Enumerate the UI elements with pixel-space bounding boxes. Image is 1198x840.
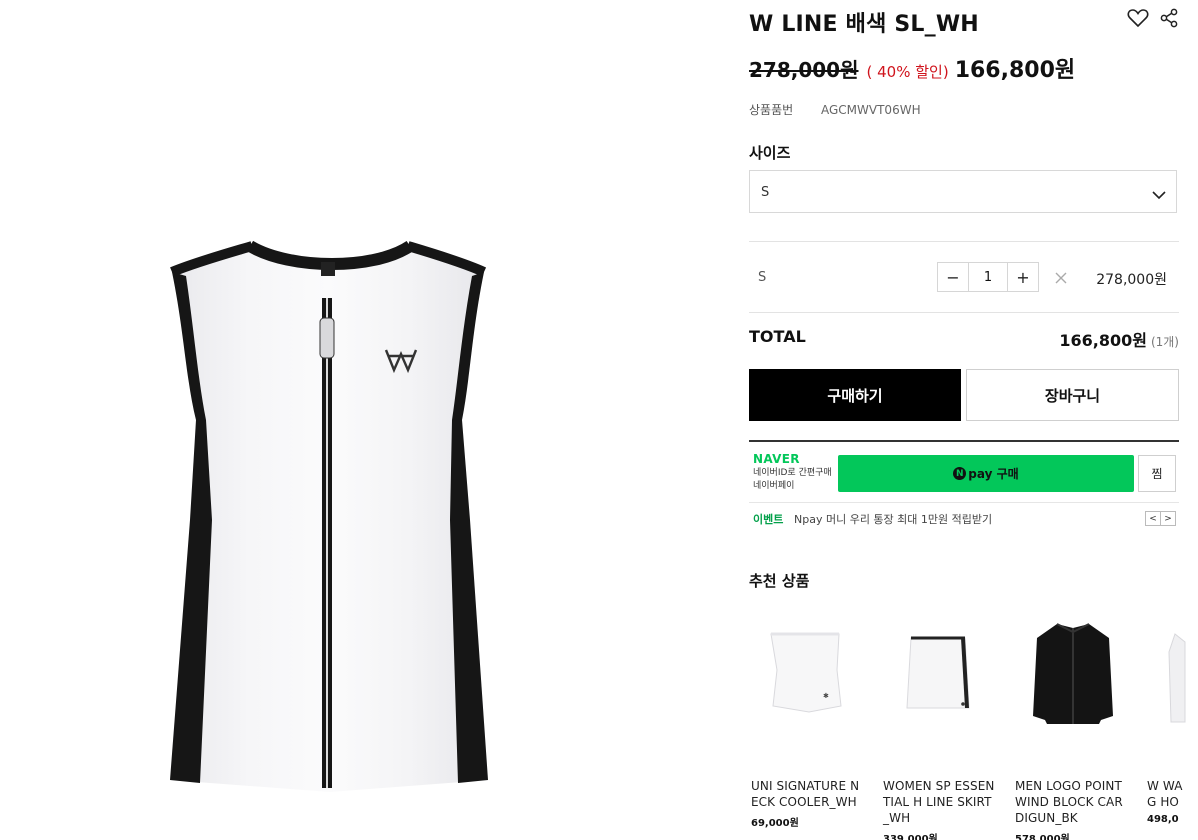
original-price: 278,000원	[749, 58, 859, 82]
size-selected-value: S	[761, 185, 770, 200]
total-price: 166,800원	[1059, 331, 1147, 350]
total-price-wrap: 166,800원 (1개)	[1059, 327, 1179, 351]
add-to-cart-button[interactable]: 장바구니	[966, 369, 1179, 421]
naver-logo: NAVER	[753, 452, 800, 466]
event-prev-button[interactable]: <	[1145, 511, 1161, 526]
product-title: W LINE 배색 SL_WH	[749, 12, 979, 37]
neck-cooler-thumb: ✱	[749, 612, 867, 742]
naver-desc: 네이버ID로 간편구매 네이버페이	[753, 467, 832, 493]
divider	[749, 241, 1179, 242]
total-label: TOTAL	[749, 327, 806, 346]
sale-price: 166,800원	[954, 58, 1076, 83]
recommend-name-line: G HO	[1147, 795, 1179, 809]
npay-buy-button[interactable]: N pay 구매	[838, 455, 1134, 492]
size-select[interactable]: S	[749, 170, 1177, 213]
sleeveless-zip-vest-image	[170, 240, 488, 792]
event-tag: 이벤트	[753, 513, 784, 526]
recommend-name-line: ECK COOLER_WH	[751, 795, 857, 809]
recommend-item-name: WOMEN SP ESSEN TIAL H LINE SKIRT _WH	[883, 778, 1001, 826]
recommend-item-price: 498,0	[1147, 814, 1179, 825]
size-label: 사이즈	[749, 144, 791, 162]
price-row: 278,000원 ( 40% 할인) 166,800원	[749, 52, 1075, 84]
naver-desc-line1: 네이버ID로 간편구매	[753, 468, 832, 478]
recommend-name-line: WIND BLOCK CAR	[1015, 795, 1123, 809]
buy-button[interactable]: 구매하기	[749, 369, 961, 421]
recommend-item-price: 578,000원	[1015, 834, 1070, 840]
recommend-item[interactable]: MEN LOGO POINT WIND BLOCK CAR DIGUN_BK 5…	[1013, 612, 1131, 840]
recommend-item[interactable]: W WA G HO 498,0	[1145, 612, 1198, 825]
recommend-name-line: MEN LOGO POINT	[1015, 779, 1122, 793]
quantity-stepper: − 1 +	[937, 262, 1039, 292]
title-actions	[1127, 8, 1179, 28]
selected-option-row: S − 1 + 278,000원	[749, 262, 1179, 294]
event-nav: < >	[1145, 511, 1176, 526]
heart-icon[interactable]	[1127, 8, 1149, 28]
zzim-button[interactable]: 찜	[1138, 455, 1176, 492]
skirt-thumb	[881, 612, 999, 742]
recommend-list: ✱ UNI SIGNATURE N ECK COOLER_WH 69,000원 …	[749, 612, 1198, 840]
quantity-plus-button[interactable]: +	[1008, 263, 1038, 291]
recommend-item-price: 69,000원	[751, 818, 799, 829]
recommend-item[interactable]: WOMEN SP ESSEN TIAL H LINE SKIRT _WH 339…	[881, 612, 999, 840]
recommend-item-price: 339,000원	[883, 834, 938, 840]
product-code-label: 상품품번	[749, 103, 794, 117]
naver-event-row: 이벤트 Npay 머니 우리 통장 최대 1만원 적립받기 < >	[749, 502, 1179, 529]
close-icon[interactable]	[1054, 270, 1068, 289]
recommend-item-name: MEN LOGO POINT WIND BLOCK CAR DIGUN_BK	[1015, 778, 1133, 826]
event-next-button[interactable]: >	[1160, 511, 1176, 526]
cardigan-thumb	[1013, 612, 1131, 742]
recommend-item-name: W WA G HO	[1147, 778, 1198, 810]
discount-rate: ( 40% 할인)	[866, 63, 949, 81]
recommend-name-line: DIGUN_BK	[1015, 811, 1078, 825]
recommend-name-line: WOMEN SP ESSEN	[883, 779, 995, 793]
recommend-name-line: W WA	[1147, 779, 1183, 793]
svg-text:✱: ✱	[823, 692, 829, 700]
recommend-name-line: TIAL H LINE SKIRT	[883, 795, 992, 809]
quantity-input[interactable]: 1	[968, 263, 1008, 291]
product-detail-panel: W LINE 배색 SL_WH 278,000원 ( 40% 할인) 166,8…	[749, 0, 1186, 840]
quantity-minus-button[interactable]: −	[938, 263, 968, 291]
divider	[749, 312, 1179, 313]
recommend-name-line: _WH	[883, 811, 911, 825]
recommend-title: 추천 상품	[749, 572, 810, 590]
recommend-name-line: UNI SIGNATURE N	[751, 779, 860, 793]
product-code-row: 상품품번 AGCMWVT06WH	[749, 101, 921, 118]
white-top-thumb	[1145, 612, 1198, 742]
option-size: S	[758, 270, 767, 285]
product-image	[0, 0, 740, 840]
option-price: 278,000원	[1096, 272, 1167, 288]
npay-label: pay 구매	[968, 467, 1019, 481]
share-icon[interactable]	[1159, 8, 1179, 28]
total-count: (1개)	[1150, 335, 1179, 349]
chevron-down-icon	[1152, 185, 1166, 204]
npay-n-icon: N	[953, 467, 967, 480]
event-text[interactable]: Npay 머니 우리 통장 최대 1만원 적립받기	[794, 511, 992, 527]
product-code-value: AGCMWVT06WH	[821, 103, 921, 117]
recommend-item[interactable]: ✱ UNI SIGNATURE N ECK COOLER_WH 69,000원	[749, 612, 867, 829]
naver-desc-line2: 네이버페이	[753, 481, 795, 491]
naver-pay-box: NAVER 네이버ID로 간편구매 네이버페이 N pay 구매 찜	[749, 440, 1179, 504]
recommend-item-name: UNI SIGNATURE N ECK COOLER_WH	[751, 778, 869, 810]
